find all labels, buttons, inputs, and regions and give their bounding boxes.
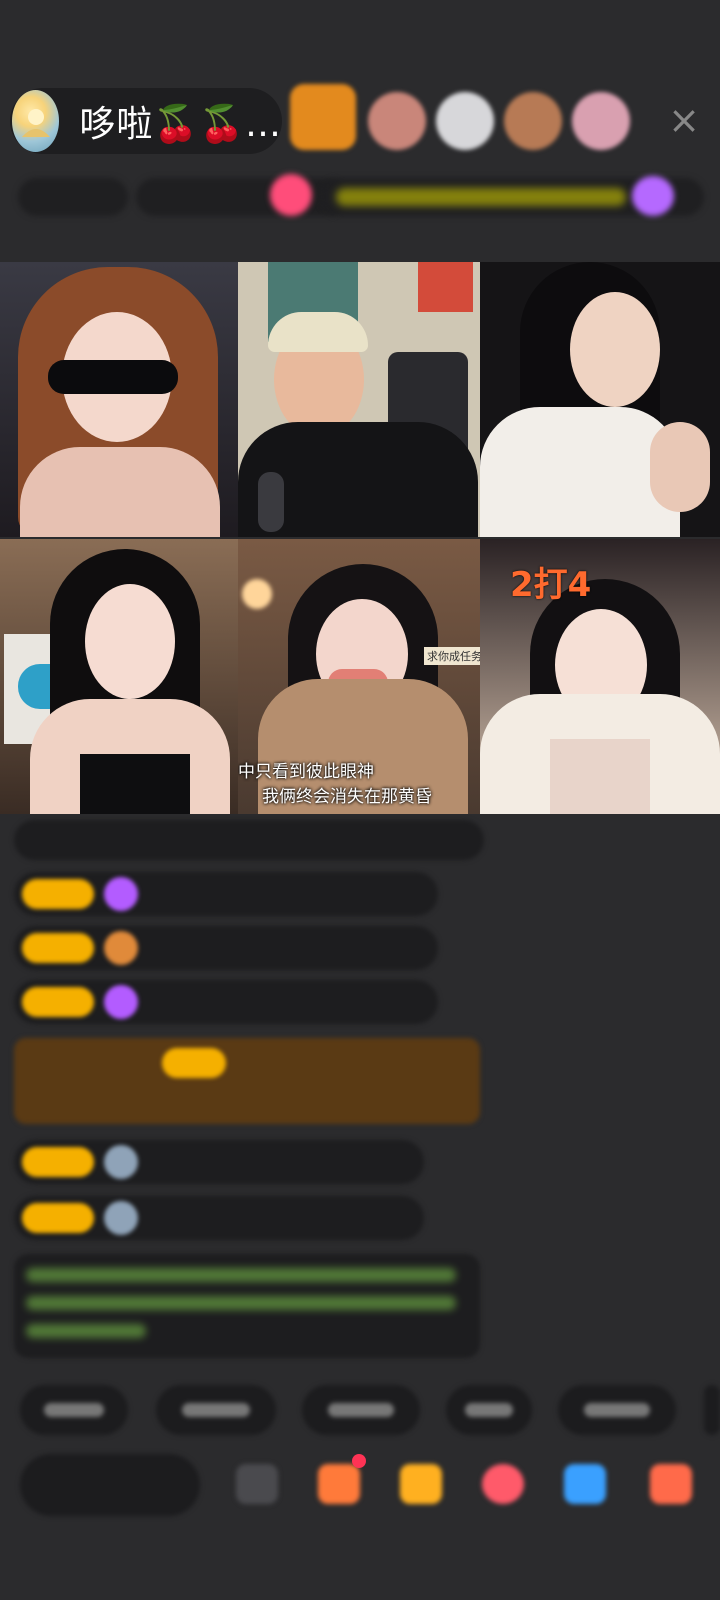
user-level-badge [162, 1048, 226, 1078]
video-cell-6[interactable]: 2打4 [480, 539, 720, 814]
quick-reply-chip[interactable] [558, 1385, 676, 1435]
viewer-avatar-1[interactable] [290, 84, 356, 150]
video-cell-3[interactable] [480, 262, 720, 537]
user-level-badge [22, 1147, 94, 1177]
user-avatar-icon [104, 1145, 138, 1179]
gift-box-icon[interactable] [400, 1464, 442, 1504]
host-name: 哆啦🍒🍒… [79, 104, 282, 145]
battle-score-badge: 2打4 [510, 565, 592, 605]
chat-input-field[interactable] [20, 1454, 200, 1516]
room-notice-text [26, 1324, 146, 1338]
status-tag-row [18, 172, 704, 222]
user-level-badge [22, 933, 94, 963]
chat-message[interactable] [14, 820, 484, 860]
red-packet-icon[interactable] [318, 1464, 360, 1504]
user-level-badge [22, 879, 94, 909]
sunglasses-icon [48, 360, 178, 394]
quick-reply-chip[interactable] [20, 1385, 128, 1435]
more-menu-icon[interactable] [650, 1464, 692, 1504]
notification-dot [352, 1454, 366, 1468]
fans-tag[interactable] [136, 178, 346, 216]
fan-badge-icon [104, 931, 138, 965]
hot-icon[interactable] [270, 174, 312, 216]
viewer-avatar-4[interactable] [504, 92, 562, 150]
heart-gift-icon[interactable] [482, 1464, 524, 1504]
top-bar: 哆啦🍒🍒… × [0, 80, 720, 170]
emoji-icon[interactable] [236, 1464, 278, 1504]
quick-reply-chip[interactable] [156, 1385, 276, 1435]
video-cell-4[interactable] [0, 539, 238, 814]
host-avatar-icon[interactable] [12, 90, 60, 152]
subtitle-line-1: 中只看到彼此眼神 [238, 762, 374, 782]
user-level-badge [22, 1203, 94, 1233]
user-level-badge [22, 987, 94, 1017]
fan-badge-icon [104, 985, 138, 1019]
room-notice-text [26, 1268, 456, 1282]
game-icon[interactable] [564, 1464, 606, 1504]
viewer-avatar-2[interactable] [368, 92, 426, 150]
viewer-avatar-5[interactable] [572, 92, 630, 150]
fan-badge-icon [104, 877, 138, 911]
system-message[interactable] [14, 1038, 480, 1124]
user-avatar-icon [104, 1201, 138, 1235]
video-cell-5[interactable]: 求你成任务? 中只看到彼此眼神 我俩终会消失在那黄昏 [238, 539, 480, 814]
quick-reply-chip[interactable] [446, 1385, 532, 1435]
viewer-avatar-3[interactable] [436, 92, 494, 150]
activity-tag-text [336, 188, 626, 206]
quick-reply-chip[interactable] [704, 1385, 720, 1435]
quick-reply-chip[interactable] [302, 1385, 420, 1435]
gift-icon[interactable] [632, 176, 674, 216]
microphone-icon [258, 472, 284, 532]
video-grid: 求你成任务? 中只看到彼此眼神 我俩终会消失在那黄昏 2打4 [0, 262, 720, 816]
bottom-toolbar [0, 1450, 720, 1530]
subtitle-line-2: 我俩终会消失在那黄昏 [262, 787, 432, 807]
room-notice-text [26, 1296, 456, 1310]
video-cell-2[interactable] [238, 262, 480, 537]
video-cell-1[interactable] [0, 262, 238, 537]
host-info-pill[interactable]: 哆啦🍒🍒… [10, 88, 282, 154]
close-icon[interactable]: × [668, 98, 700, 142]
rank-tag[interactable] [18, 178, 128, 216]
video-tag-label: 求你成任务? [424, 647, 480, 665]
